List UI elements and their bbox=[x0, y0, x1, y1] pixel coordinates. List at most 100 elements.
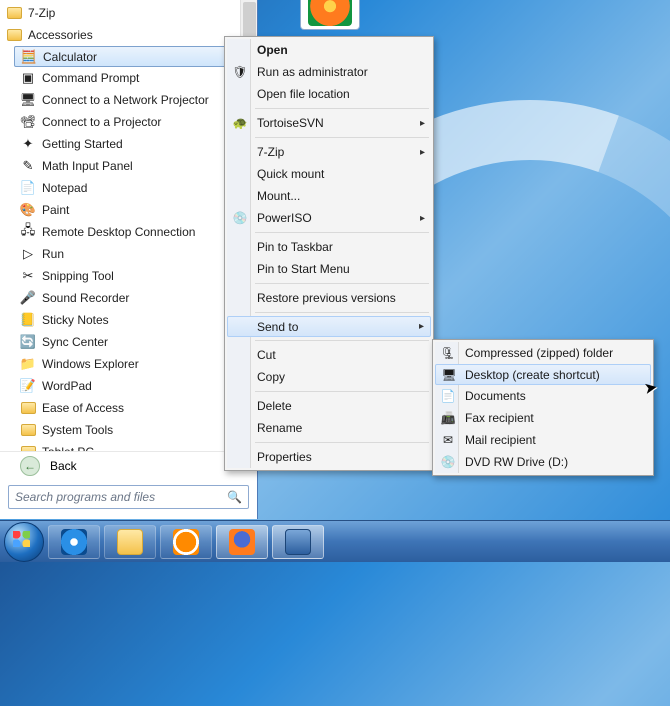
sendto-compressed[interactable]: 🗜Compressed (zipped) folder bbox=[435, 342, 651, 364]
program-notepad[interactable]: 📄 Notepad bbox=[14, 177, 257, 199]
program-command-prompt[interactable]: ▣ Command Prompt bbox=[14, 67, 257, 89]
program-label: Calculator bbox=[43, 50, 97, 64]
program-label: Sound Recorder bbox=[42, 291, 129, 305]
folder-label: Accessories bbox=[28, 28, 93, 42]
sync-icon: 🔄 bbox=[20, 334, 36, 350]
user-picture-frame bbox=[300, 0, 360, 30]
search-placeholder: Search programs and files bbox=[15, 490, 155, 504]
program-sound-recorder[interactable]: 🎤 Sound Recorder bbox=[14, 287, 257, 309]
sendto-documents[interactable]: 📄Documents bbox=[435, 385, 651, 407]
ctx-open-file-location[interactable]: Open file location bbox=[227, 83, 431, 105]
sendto-mail[interactable]: ✉Mail recipient bbox=[435, 429, 651, 451]
ctx-cut[interactable]: Cut bbox=[227, 344, 431, 366]
program-rdc[interactable]: 🖧Remote Desktop Connection bbox=[14, 221, 257, 243]
cmd-icon: ▣ bbox=[20, 70, 36, 86]
program-label: Getting Started bbox=[42, 137, 123, 151]
scissors-icon: ✂ bbox=[20, 268, 36, 284]
subfolder-system-tools[interactable]: System Tools bbox=[14, 419, 257, 441]
send-to-submenu: 🗜Compressed (zipped) folder 🖥Desktop (cr… bbox=[432, 339, 654, 476]
program-label: Windows Explorer bbox=[42, 357, 139, 371]
program-windows-explorer[interactable]: 📁 Windows Explorer bbox=[14, 353, 257, 375]
start-menu-all-programs: 7-Zip Accessories 🧮 Calculator ▣ Command P… bbox=[0, 0, 258, 519]
program-label: Math Input Panel bbox=[42, 159, 133, 173]
start-button[interactable] bbox=[4, 522, 44, 562]
sendto-desktop-shortcut[interactable]: 🖥Desktop (create shortcut) bbox=[435, 364, 651, 385]
back-button[interactable]: ← Back bbox=[0, 451, 257, 479]
program-sticky-notes[interactable]: 📒 Sticky Notes bbox=[14, 309, 257, 331]
program-snipping-tool[interactable]: ✂Snipping Tool bbox=[14, 265, 257, 287]
ctx-7zip[interactable]: 7-Zip bbox=[227, 141, 431, 163]
notes-icon: 📒 bbox=[20, 312, 36, 328]
vmware-icon bbox=[285, 529, 311, 555]
ctx-mount[interactable]: Mount... bbox=[227, 185, 431, 207]
shield-icon: 🛡 bbox=[232, 64, 248, 80]
taskbar-ie[interactable] bbox=[48, 525, 100, 559]
media-player-icon bbox=[173, 529, 199, 555]
projector-icon: 🖥 bbox=[20, 92, 36, 108]
taskbar bbox=[0, 520, 670, 562]
ctx-copy[interactable]: Copy bbox=[227, 366, 431, 388]
program-sync-center[interactable]: 🔄Sync Center bbox=[14, 331, 257, 353]
program-label: Sticky Notes bbox=[42, 313, 109, 327]
search-icon: 🔍 bbox=[227, 490, 242, 504]
taskbar-vmware[interactable] bbox=[272, 525, 324, 559]
explorer-icon: 📁 bbox=[20, 356, 36, 372]
folder-label: Tablet PC bbox=[42, 445, 94, 451]
programs-list: 7-Zip Accessories 🧮 Calculator ▣ Command P… bbox=[0, 0, 257, 451]
ctx-open[interactable]: Open bbox=[227, 39, 431, 61]
subfolder-ease-of-access[interactable]: Ease of Access bbox=[14, 397, 257, 419]
program-projector[interactable]: 📽 Connect to a Projector bbox=[14, 111, 257, 133]
projector-icon: 📽 bbox=[20, 114, 36, 130]
ctx-send-to[interactable]: Send to bbox=[227, 316, 431, 337]
folder-7zip[interactable]: 7-Zip bbox=[0, 2, 257, 24]
paint-icon: 🎨 bbox=[20, 202, 36, 218]
ctx-run-as-admin[interactable]: 🛡Run as administrator bbox=[227, 61, 431, 83]
program-label: Notepad bbox=[42, 181, 87, 195]
ctx-quick-mount[interactable]: Quick mount bbox=[227, 163, 431, 185]
sendto-fax[interactable]: 📠Fax recipient bbox=[435, 407, 651, 429]
ctx-poweriso[interactable]: 💿PowerISO bbox=[227, 207, 431, 229]
mic-icon: 🎤 bbox=[20, 290, 36, 306]
program-getting-started[interactable]: ✦Getting Started bbox=[14, 133, 257, 155]
search-input[interactable]: Search programs and files 🔍 bbox=[8, 485, 249, 509]
disc-icon: 💿 bbox=[440, 454, 456, 470]
program-label: Paint bbox=[42, 203, 69, 217]
taskbar-media-player[interactable] bbox=[160, 525, 212, 559]
program-label: Remote Desktop Connection bbox=[42, 225, 195, 239]
ctx-tortoisesvn[interactable]: 🐢TortoiseSVN bbox=[227, 112, 431, 134]
ie-icon bbox=[61, 529, 87, 555]
fax-icon: 📠 bbox=[440, 410, 456, 426]
ctx-pin-start[interactable]: Pin to Start Menu bbox=[227, 258, 431, 280]
program-label: WordPad bbox=[42, 379, 92, 393]
program-wordpad[interactable]: 📝 WordPad bbox=[14, 375, 257, 397]
program-calculator[interactable]: 🧮 Calculator bbox=[14, 46, 257, 67]
poweriso-icon: 💿 bbox=[232, 210, 248, 226]
documents-icon: 📄 bbox=[440, 388, 456, 404]
program-label: Connect to a Network Projector bbox=[42, 93, 209, 107]
ctx-rename[interactable]: Rename bbox=[227, 417, 431, 439]
taskbar-explorer[interactable] bbox=[104, 525, 156, 559]
math-icon: ✎ bbox=[20, 158, 36, 174]
ctx-properties[interactable]: Properties bbox=[227, 446, 431, 468]
program-label: Command Prompt bbox=[42, 71, 139, 85]
program-math-input[interactable]: ✎ Math Input Panel bbox=[14, 155, 257, 177]
explorer-icon bbox=[117, 529, 143, 555]
calculator-icon: 🧮 bbox=[21, 49, 37, 65]
ctx-restore-versions[interactable]: Restore previous versions bbox=[227, 287, 431, 309]
folder-label: System Tools bbox=[42, 423, 113, 437]
folder-accessories[interactable]: Accessories bbox=[0, 24, 257, 46]
program-paint[interactable]: 🎨 Paint bbox=[14, 199, 257, 221]
program-network-projector[interactable]: 🖥 Connect to a Network Projector bbox=[14, 89, 257, 111]
notepad-icon: 📄 bbox=[20, 180, 36, 196]
desktop-icon: 🖥 bbox=[441, 367, 457, 383]
sendto-dvd-drive[interactable]: 💿DVD RW Drive (D:) bbox=[435, 451, 651, 473]
subfolder-tablet-pc[interactable]: Tablet PC bbox=[14, 441, 257, 451]
program-run[interactable]: ▷Run bbox=[14, 243, 257, 265]
ctx-delete[interactable]: Delete bbox=[227, 395, 431, 417]
folder-label: Ease of Access bbox=[42, 401, 124, 415]
program-label: Run bbox=[42, 247, 64, 261]
wordpad-icon: 📝 bbox=[20, 378, 36, 394]
program-label: Connect to a Projector bbox=[42, 115, 161, 129]
taskbar-firefox[interactable] bbox=[216, 525, 268, 559]
ctx-pin-taskbar[interactable]: Pin to Taskbar bbox=[227, 236, 431, 258]
